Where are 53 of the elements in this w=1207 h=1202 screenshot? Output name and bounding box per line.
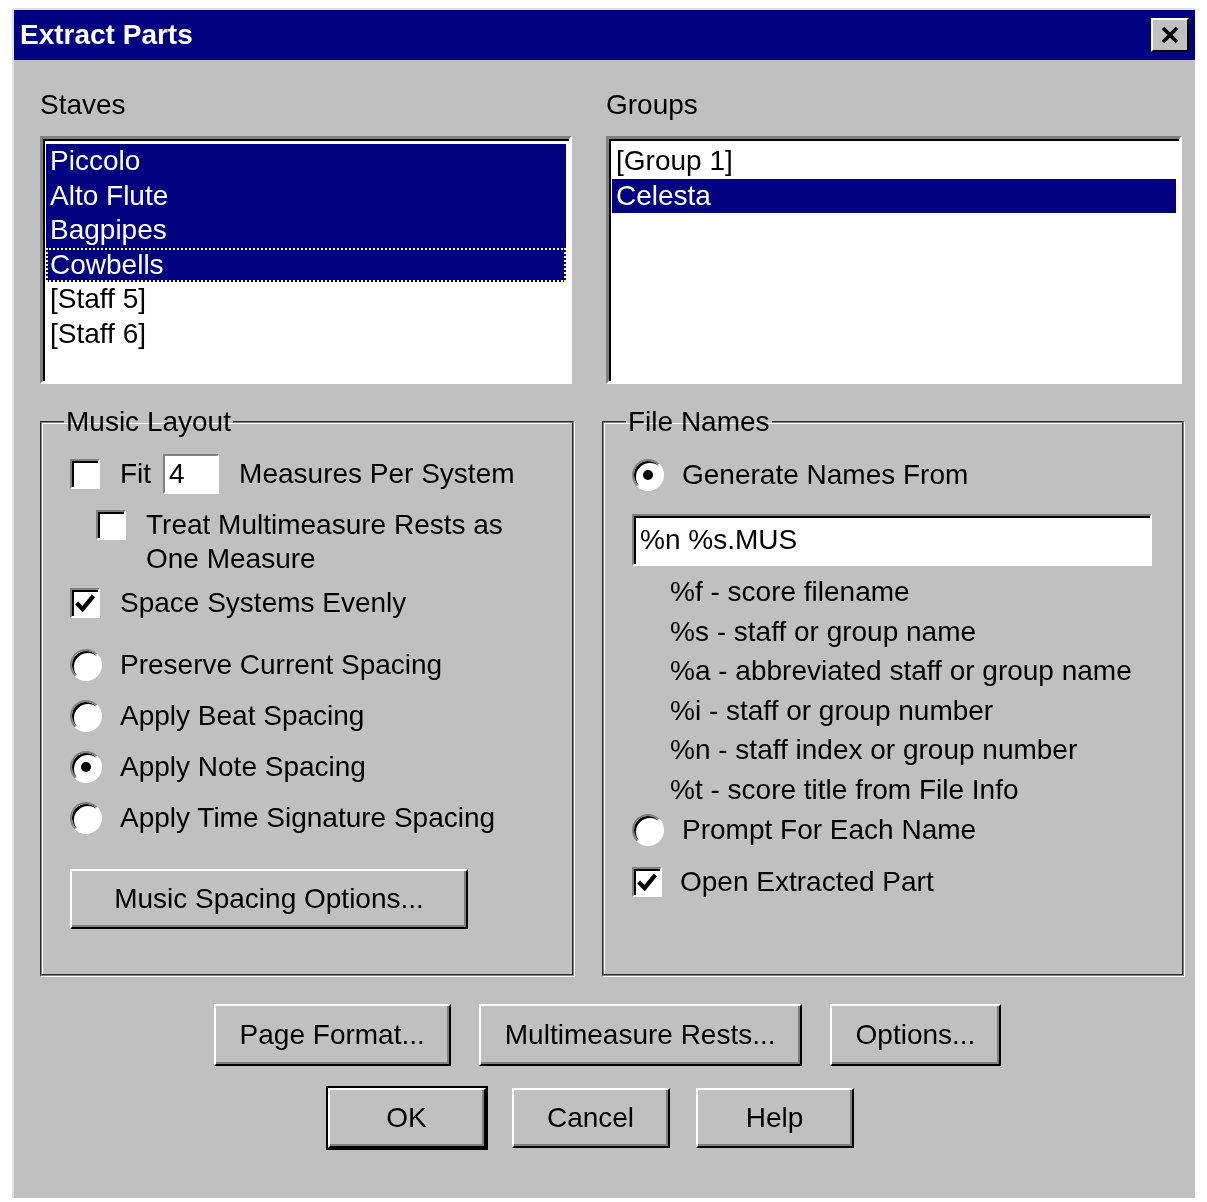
field-label: Measures Per System (239, 457, 515, 491)
radio-button[interactable] (632, 459, 664, 491)
dialog-button[interactable]: Multimeasure Rests... (478, 1004, 802, 1066)
format-code-hint: %f - score filename (670, 575, 911, 609)
dialog-button[interactable]: OK (327, 1088, 486, 1148)
radio-label: Generate Names From (682, 458, 969, 492)
radio-button[interactable] (70, 751, 102, 783)
list-item[interactable]: Alto Flute (46, 178, 566, 213)
format-code-hint: %s - staff or group name (670, 614, 978, 649)
window-title: Extract Parts (20, 19, 193, 51)
list-item[interactable]: Piccolo (46, 144, 566, 179)
groups-list[interactable]: [Group 1] Celesta (606, 136, 1182, 384)
list-item[interactable]: [Group 1] (612, 144, 1176, 179)
checkbox[interactable] (632, 867, 662, 897)
list-label: Staves (40, 88, 127, 122)
music-spacing-options-button[interactable]: Music Spacing Options... (70, 869, 468, 929)
dialog-button[interactable]: Page Format... (213, 1004, 451, 1066)
format-code-hint: %n - staff index or group number (670, 733, 1079, 767)
checkbox-label: Treat Multimeasure Rests as One Measure (146, 508, 504, 576)
checkbox-label: Open Extracted Part (680, 865, 934, 899)
checkbox[interactable] (70, 588, 100, 618)
dialog-button[interactable]: Help (695, 1088, 854, 1148)
list-item[interactable]: Cowbells (46, 247, 566, 282)
close-button[interactable] (1151, 18, 1189, 52)
format-code-hint: %a - abbreviated staff or group name (670, 654, 1133, 688)
checkbox[interactable] (96, 510, 126, 540)
input-field[interactable]: 4 (163, 454, 220, 494)
list-item[interactable]: Celesta (612, 178, 1176, 213)
radio-button[interactable] (70, 649, 102, 681)
list-item[interactable]: [Staff 5] (46, 282, 566, 317)
radio-label: Preserve Current Spacing (120, 648, 443, 682)
checkbox-label: Fit (120, 457, 152, 491)
list-label: Groups (606, 88, 699, 122)
close-icon (1160, 25, 1180, 45)
format-code-hint: %i - staff or group number (670, 693, 995, 728)
radio-button[interactable] (70, 802, 102, 834)
format-code-hint: %t - score title from File Info (670, 772, 1020, 807)
radio-label: Apply Note Spacing (120, 750, 366, 784)
radio-button[interactable] (70, 700, 102, 732)
list-item[interactable]: [Staff 6] (46, 316, 566, 351)
list-item[interactable]: Bagpipes (46, 213, 566, 248)
radio-label: Apply Beat Spacing (120, 699, 365, 733)
radio-button[interactable] (632, 814, 664, 846)
group-title: File Names (627, 406, 771, 438)
radio-label: Apply Time Signature Spacing (120, 801, 496, 835)
checkbox-label: Space Systems Evenly (120, 586, 407, 620)
dialog-button[interactable]: Cancel (511, 1088, 670, 1148)
checkbox[interactable] (70, 459, 100, 489)
staves-list[interactable]: Piccolo Alto Flute Bagpipes Cowbells [Staff 5] [Staff 6] (40, 136, 572, 384)
group-title: Music Layout (65, 406, 232, 438)
radio-label: Prompt For Each Name (682, 813, 977, 847)
input-field[interactable]: %n %s.MUS (632, 514, 1152, 566)
dialog-button[interactable]: Options... (829, 1004, 1002, 1066)
